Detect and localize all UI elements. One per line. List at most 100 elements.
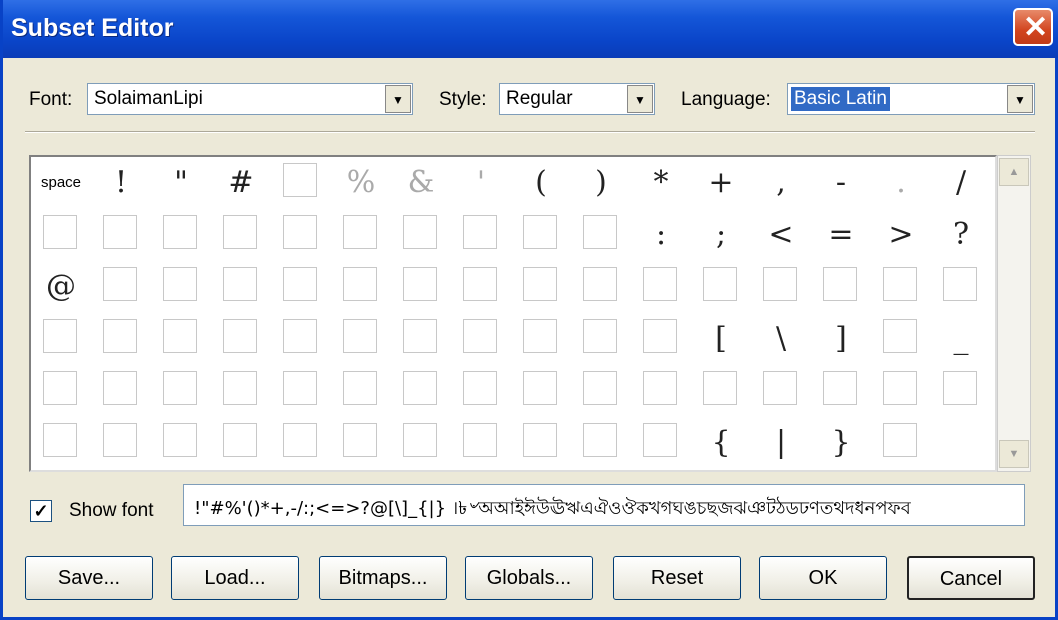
empty-glyph-cell[interactable]: [163, 423, 197, 457]
empty-glyph-cell[interactable]: [283, 163, 317, 197]
glyph-cell[interactable]: :: [631, 209, 691, 261]
empty-glyph-cell[interactable]: [343, 267, 377, 301]
empty-glyph-cell[interactable]: [343, 371, 377, 405]
empty-glyph-cell[interactable]: [463, 215, 497, 249]
empty-glyph-cell[interactable]: [463, 267, 497, 301]
scroll-down-icon[interactable]: ▼: [999, 440, 1029, 468]
empty-glyph-cell[interactable]: [943, 267, 977, 301]
scroll-up-icon[interactable]: ▲: [999, 158, 1029, 186]
glyph-cell[interactable]: _: [931, 313, 991, 365]
glyph-cell[interactable]: %: [331, 157, 391, 209]
empty-glyph-cell[interactable]: [43, 423, 77, 457]
empty-glyph-cell[interactable]: [403, 371, 437, 405]
empty-glyph-cell[interactable]: [523, 319, 557, 353]
bitmaps-button[interactable]: Bitmaps...: [319, 556, 447, 600]
show-font-checkbox[interactable]: ✓: [30, 500, 52, 522]
vertical-scrollbar[interactable]: ▲ ▼: [997, 155, 1031, 472]
empty-glyph-cell[interactable]: [583, 267, 617, 301]
empty-glyph-cell[interactable]: [583, 319, 617, 353]
empty-glyph-cell[interactable]: [583, 371, 617, 405]
glyph-cell[interactable]: ]: [811, 313, 871, 365]
language-dropdown[interactable]: Basic Latin ▼: [787, 83, 1035, 115]
empty-glyph-cell[interactable]: [523, 267, 557, 301]
save-button[interactable]: Save...: [25, 556, 153, 600]
empty-glyph-cell[interactable]: [643, 423, 677, 457]
glyph-cell[interactable]: @: [31, 261, 91, 313]
cancel-button[interactable]: Cancel: [907, 556, 1035, 600]
empty-glyph-cell[interactable]: [103, 267, 137, 301]
empty-glyph-cell[interactable]: [343, 423, 377, 457]
glyph-cell[interactable]: ': [451, 157, 511, 209]
font-dropdown[interactable]: SolaimanLipi ▼: [87, 83, 413, 115]
empty-glyph-cell[interactable]: [763, 267, 797, 301]
empty-glyph-cell[interactable]: [163, 319, 197, 353]
empty-glyph-cell[interactable]: [343, 215, 377, 249]
glyph-cell[interactable]: ,: [751, 157, 811, 209]
glyph-cell[interactable]: -: [811, 157, 871, 209]
empty-glyph-cell[interactable]: [583, 423, 617, 457]
glyph-cell[interactable]: /: [931, 157, 991, 209]
reset-button[interactable]: Reset: [613, 556, 741, 600]
empty-glyph-cell[interactable]: [583, 215, 617, 249]
empty-glyph-cell[interactable]: [523, 371, 557, 405]
empty-glyph-cell[interactable]: [703, 267, 737, 301]
globals-button[interactable]: Globals...: [465, 556, 593, 600]
empty-glyph-cell[interactable]: [463, 423, 497, 457]
glyph-cell[interactable]: [: [691, 313, 751, 365]
glyph-cell[interactable]: {: [691, 417, 751, 469]
empty-glyph-cell[interactable]: [643, 371, 677, 405]
glyph-cell[interactable]: #: [211, 157, 271, 209]
glyph-cell[interactable]: (: [511, 157, 571, 209]
style-dropdown[interactable]: Regular ▼: [499, 83, 655, 115]
glyph-cell[interactable]: +: [691, 157, 751, 209]
glyph-cell[interactable]: .: [871, 157, 931, 209]
glyph-cell[interactable]: !: [91, 157, 151, 209]
glyph-cell[interactable]: ?: [931, 209, 991, 261]
empty-glyph-cell[interactable]: [403, 267, 437, 301]
glyph-cell[interactable]: \: [751, 313, 811, 365]
glyph-cell[interactable]: =: [811, 209, 871, 261]
empty-glyph-cell[interactable]: [823, 371, 857, 405]
empty-glyph-cell[interactable]: [283, 319, 317, 353]
glyph-cell[interactable]: }: [811, 417, 871, 469]
empty-glyph-cell[interactable]: [883, 423, 917, 457]
empty-glyph-cell[interactable]: [883, 319, 917, 353]
glyph-cell[interactable]: *: [631, 157, 691, 209]
empty-glyph-cell[interactable]: [823, 267, 857, 301]
empty-glyph-cell[interactable]: [643, 319, 677, 353]
empty-glyph-cell[interactable]: [703, 371, 737, 405]
empty-glyph-cell[interactable]: [403, 423, 437, 457]
chevron-down-icon[interactable]: ▼: [1007, 85, 1033, 113]
glyph-grid[interactable]: space! " #% & '() * +, -. /:; < = >? @ [\] _ {|}: [29, 155, 997, 472]
empty-glyph-cell[interactable]: [283, 267, 317, 301]
glyph-cell[interactable]: space: [31, 157, 91, 209]
load-button[interactable]: Load...: [171, 556, 299, 600]
empty-glyph-cell[interactable]: [403, 215, 437, 249]
empty-glyph-cell[interactable]: [523, 423, 557, 457]
title-bar[interactable]: Subset Editor ✕: [3, 0, 1058, 58]
empty-glyph-cell[interactable]: [43, 215, 77, 249]
empty-glyph-cell[interactable]: [403, 319, 437, 353]
glyph-cell[interactable]: |: [751, 417, 811, 469]
empty-glyph-cell[interactable]: [883, 371, 917, 405]
empty-glyph-cell[interactable]: [463, 319, 497, 353]
empty-glyph-cell[interactable]: [103, 319, 137, 353]
empty-glyph-cell[interactable]: [223, 319, 257, 353]
empty-glyph-cell[interactable]: [43, 319, 77, 353]
empty-glyph-cell[interactable]: [223, 215, 257, 249]
empty-glyph-cell[interactable]: [643, 267, 677, 301]
empty-glyph-cell[interactable]: [163, 267, 197, 301]
empty-glyph-cell[interactable]: [223, 267, 257, 301]
empty-glyph-cell[interactable]: [43, 371, 77, 405]
empty-glyph-cell[interactable]: [283, 423, 317, 457]
empty-glyph-cell[interactable]: [883, 267, 917, 301]
ok-button[interactable]: OK: [759, 556, 887, 600]
empty-glyph-cell[interactable]: [223, 423, 257, 457]
empty-glyph-cell[interactable]: [943, 371, 977, 405]
empty-glyph-cell[interactable]: [103, 371, 137, 405]
empty-glyph-cell[interactable]: [163, 371, 197, 405]
glyph-cell[interactable]: ;: [691, 209, 751, 261]
empty-glyph-cell[interactable]: [223, 371, 257, 405]
glyph-cell[interactable]: <: [751, 209, 811, 261]
glyph-cell[interactable]: >: [871, 209, 931, 261]
